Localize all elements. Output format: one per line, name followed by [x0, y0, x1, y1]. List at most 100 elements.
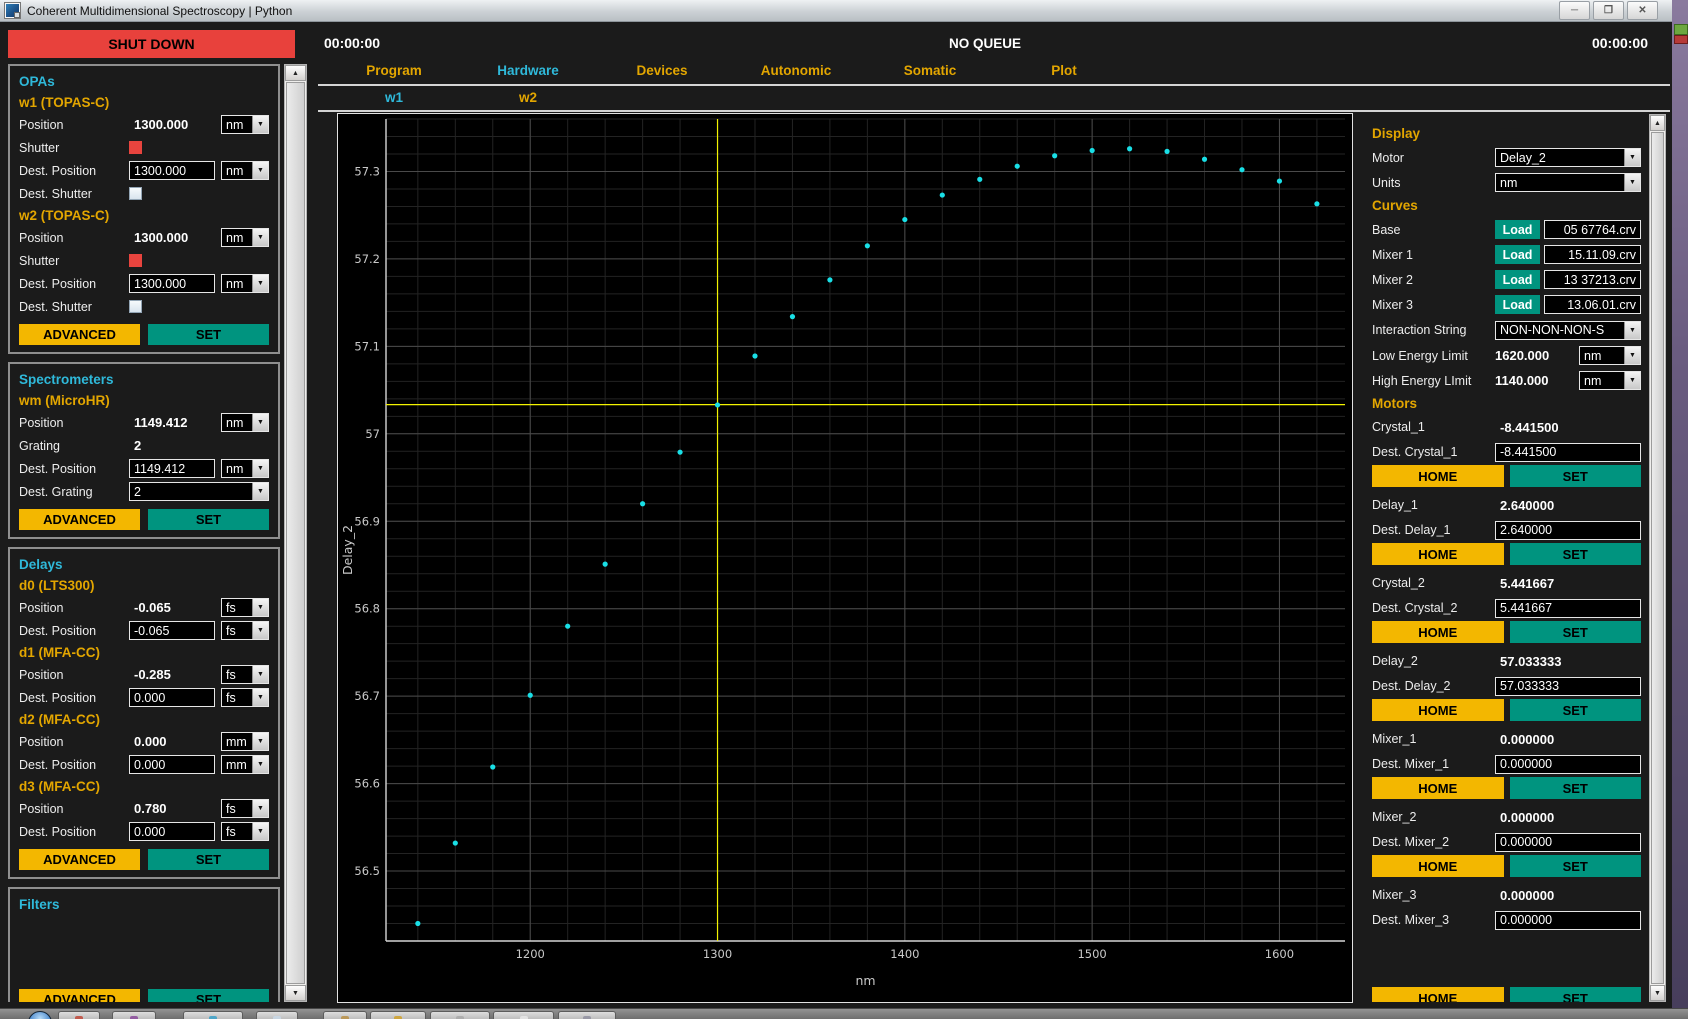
motor-select[interactable]: Delay_2▼: [1495, 148, 1641, 167]
set-button[interactable]: SET: [1510, 621, 1642, 643]
home-button[interactable]: HOME: [1372, 621, 1504, 643]
advanced-button[interactable]: ADVANCED: [19, 849, 140, 870]
home-button[interactable]: HOME: [1372, 987, 1504, 1002]
curve-file-input[interactable]: 15.11.09.crv: [1544, 245, 1641, 264]
load-button[interactable]: Load: [1495, 220, 1540, 239]
chevron-down-icon[interactable]: ▼: [252, 460, 268, 477]
chevron-down-icon[interactable]: ▼: [252, 666, 268, 683]
chevron-down-icon[interactable]: ▼: [252, 414, 268, 431]
chevron-down-icon[interactable]: ▼: [252, 483, 268, 500]
subtab-w2[interactable]: w2: [461, 86, 595, 110]
units-select[interactable]: nm▼: [221, 413, 269, 432]
home-button[interactable]: HOME: [1372, 465, 1504, 487]
set-button[interactable]: SET: [1510, 855, 1642, 877]
chevron-down-icon[interactable]: ▼: [1624, 174, 1640, 191]
motor-dest-input[interactable]: 2.640000: [1495, 521, 1641, 540]
dest-position-input[interactable]: 1149.412: [129, 459, 215, 478]
set-button[interactable]: SET: [1510, 987, 1642, 1002]
scrollbar-thumb[interactable]: [1651, 132, 1664, 984]
advanced-button[interactable]: ADVANCED: [19, 509, 140, 530]
chevron-down-icon[interactable]: ▼: [252, 622, 268, 639]
dest-position-input[interactable]: -0.065: [129, 621, 215, 640]
curve-file-input[interactable]: 13 37213.crv: [1544, 270, 1641, 289]
units-select[interactable]: nm▼: [1495, 173, 1641, 192]
set-button[interactable]: SET: [1510, 465, 1642, 487]
units-select[interactable]: fs▼: [221, 598, 269, 617]
dest-position-input[interactable]: 0.000: [129, 755, 215, 774]
scroll-up-icon[interactable]: ▲: [1650, 115, 1665, 131]
set-button[interactable]: SET: [148, 324, 269, 345]
advanced-button[interactable]: ADVANCED: [19, 989, 140, 1002]
chevron-down-icon[interactable]: ▼: [252, 800, 268, 817]
home-button[interactable]: HOME: [1372, 543, 1504, 565]
units-select[interactable]: nm▼: [221, 459, 269, 478]
subtab-w1[interactable]: w1: [327, 86, 461, 110]
scroll-down-icon[interactable]: ▼: [285, 985, 306, 1001]
motor-dest-input[interactable]: 0.000000: [1495, 911, 1641, 930]
close-button[interactable]: ✕: [1627, 1, 1658, 20]
shutdown-button[interactable]: SHUT DOWN: [8, 30, 295, 58]
restore-button[interactable]: ❐: [1593, 1, 1624, 20]
tab-program[interactable]: Program: [327, 59, 461, 83]
units-select[interactable]: nm▼: [221, 274, 269, 293]
chevron-down-icon[interactable]: ▼: [252, 756, 268, 773]
units-select[interactable]: fs▼: [221, 621, 269, 640]
motor-dest-input[interactable]: -8.441500: [1495, 443, 1641, 462]
chevron-down-icon[interactable]: ▼: [252, 229, 268, 246]
tab-autonomic[interactable]: Autonomic: [729, 59, 863, 83]
tab-devices[interactable]: Devices: [595, 59, 729, 83]
set-button[interactable]: SET: [148, 989, 269, 1002]
tab-plot[interactable]: Plot: [997, 59, 1131, 83]
tab-somatic[interactable]: Somatic: [863, 59, 997, 83]
units-select[interactable]: nm▼: [1579, 346, 1641, 365]
set-button[interactable]: SET: [1510, 699, 1642, 721]
tuning-curve-plot[interactable]: 56.556.656.756.856.95757.157.257.3120013…: [338, 114, 1352, 1002]
units-select[interactable]: mm▼: [221, 732, 269, 751]
set-button[interactable]: SET: [148, 849, 269, 870]
home-button[interactable]: HOME: [1372, 699, 1504, 721]
motor-dest-input[interactable]: 57.033333: [1495, 677, 1641, 696]
set-button[interactable]: SET: [1510, 777, 1642, 799]
units-select[interactable]: fs▼: [221, 688, 269, 707]
curve-file-input[interactable]: 05 67764.crv: [1544, 220, 1641, 239]
home-button[interactable]: HOME: [1372, 777, 1504, 799]
scrollbar-thumb[interactable]: [286, 82, 305, 984]
curve-file-input[interactable]: 13.06.01.crv: [1544, 295, 1641, 314]
chevron-down-icon[interactable]: ▼: [252, 599, 268, 616]
motor-dest-input[interactable]: 0.000000: [1495, 833, 1641, 852]
chevron-down-icon[interactable]: ▼: [252, 823, 268, 840]
scroll-up-icon[interactable]: ▲: [285, 65, 306, 81]
dest-shutter-checkbox[interactable]: [129, 187, 142, 200]
dest-shutter-checkbox[interactable]: [129, 300, 142, 313]
load-button[interactable]: Load: [1495, 295, 1540, 314]
interaction-string-select[interactable]: NON-NON-NON-S▼: [1495, 321, 1641, 340]
chevron-down-icon[interactable]: ▼: [1624, 347, 1640, 364]
units-select[interactable]: fs▼: [221, 822, 269, 841]
set-button[interactable]: SET: [1510, 543, 1642, 565]
chevron-down-icon[interactable]: ▼: [252, 275, 268, 292]
units-select[interactable]: nm▼: [1579, 371, 1641, 390]
window-titlebar[interactable]: Coherent Multidimensional Spectroscopy |…: [0, 0, 1672, 22]
tab-hardware[interactable]: Hardware: [461, 59, 595, 83]
load-button[interactable]: Load: [1495, 270, 1540, 289]
chevron-down-icon[interactable]: ▼: [1624, 149, 1640, 166]
units-select[interactable]: fs▼: [221, 665, 269, 684]
chevron-down-icon[interactable]: ▼: [252, 689, 268, 706]
chevron-down-icon[interactable]: ▼: [252, 733, 268, 750]
dest-position-input[interactable]: 0.000: [129, 822, 215, 841]
dest-position-input[interactable]: 1300.000: [129, 161, 215, 180]
load-button[interactable]: Load: [1495, 245, 1540, 264]
scroll-down-icon[interactable]: ▼: [1650, 985, 1665, 1001]
units-select[interactable]: fs▼: [221, 799, 269, 818]
chevron-down-icon[interactable]: ▼: [1624, 372, 1640, 389]
right-panel-scrollbar[interactable]: ▲ ▼: [1649, 114, 1666, 1002]
chevron-down-icon[interactable]: ▼: [252, 116, 268, 133]
motor-dest-input[interactable]: 5.441667: [1495, 599, 1641, 618]
home-button[interactable]: HOME: [1372, 855, 1504, 877]
motor-dest-input[interactable]: 0.000000: [1495, 755, 1641, 774]
minimize-button[interactable]: ─: [1559, 1, 1590, 20]
dest-position-input[interactable]: 0.000: [129, 688, 215, 707]
dest-grating-select[interactable]: 2▼: [129, 482, 269, 501]
units-select[interactable]: nm▼: [221, 228, 269, 247]
left-panel-scrollbar[interactable]: ▲ ▼: [284, 64, 307, 1002]
